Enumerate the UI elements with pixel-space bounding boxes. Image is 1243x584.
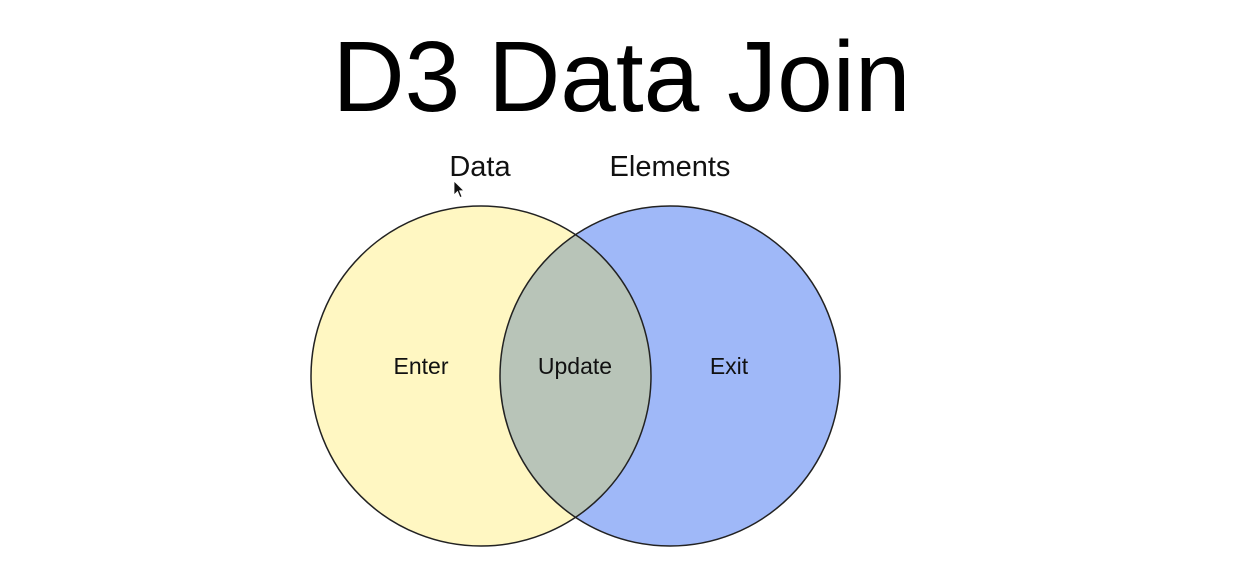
set-label-elements: Elements	[610, 151, 731, 183]
region-label-enter: Enter	[394, 353, 449, 379]
mouse-pointer-icon	[453, 180, 465, 199]
region-label-update: Update	[538, 353, 612, 379]
set-label-data: Data	[449, 151, 511, 183]
venn-diagram: Data Elements Enter Update Exit	[310, 151, 841, 547]
region-label-exit: Exit	[710, 353, 749, 379]
